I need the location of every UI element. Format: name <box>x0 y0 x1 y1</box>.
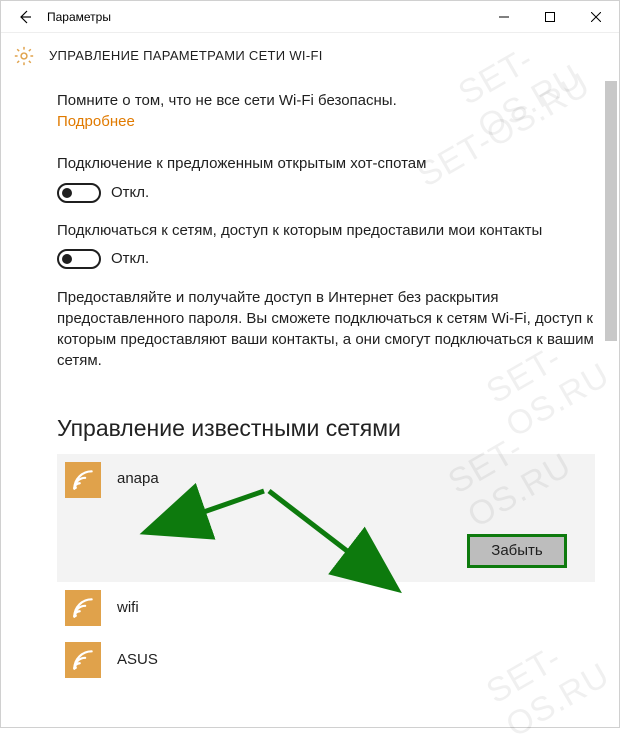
toggle-state: Откл. <box>111 250 149 267</box>
sharing-description: Предоставляйте и получайте доступ в Инте… <box>57 287 595 371</box>
window-controls <box>481 1 619 33</box>
minimize-button[interactable] <box>481 1 527 33</box>
wifi-icon <box>65 590 101 626</box>
known-networks-title: Управление известными сетями <box>57 415 595 442</box>
back-button[interactable] <box>7 1 43 33</box>
setting-label: Подключаться к сетям, доступ к которым п… <box>57 221 595 241</box>
page-title: УПРАВЛЕНИЕ ПАРАМЕТРАМИ СЕТИ WI-FI <box>35 48 323 63</box>
toggle-state: Откл. <box>111 184 149 201</box>
minimize-icon <box>499 12 509 22</box>
close-icon <box>591 12 601 22</box>
window-title: Параметры <box>43 10 111 24</box>
toggle-contact-networks[interactable] <box>57 249 101 269</box>
network-name: anapa <box>101 462 159 487</box>
forget-button[interactable]: Забыть <box>467 534 567 568</box>
scrollbar-thumb[interactable] <box>605 81 617 341</box>
network-item-wifi[interactable]: wifi <box>57 582 595 634</box>
gear-icon <box>13 45 35 67</box>
setting-contact-networks: Подключаться к сетям, доступ к которым п… <box>57 221 595 269</box>
maximize-icon <box>545 12 555 22</box>
arrow-left-icon <box>17 9 33 25</box>
titlebar: Параметры <box>1 1 619 33</box>
network-item-asus[interactable]: ASUS <box>57 634 595 686</box>
network-name: wifi <box>101 599 139 616</box>
wifi-icon <box>65 642 101 678</box>
content-area: Помните о том, что не все сети Wi-Fi без… <box>1 79 619 727</box>
setting-label: Подключение к предложенным открытым хот-… <box>57 154 595 174</box>
maximize-button[interactable] <box>527 1 573 33</box>
page-header: УПРАВЛЕНИЕ ПАРАМЕТРАМИ СЕТИ WI-FI <box>1 33 619 79</box>
toggle-open-hotspots[interactable] <box>57 183 101 203</box>
safety-note: Помните о том, что не все сети Wi-Fi без… <box>57 91 595 111</box>
wifi-icon <box>65 462 101 498</box>
vertical-scrollbar[interactable] <box>605 79 617 719</box>
network-item-anapa[interactable]: anapa Забыть <box>57 454 595 582</box>
learn-more-link[interactable]: Подробнее <box>57 113 135 130</box>
network-name: ASUS <box>101 651 158 668</box>
setting-open-hotspots: Подключение к предложенным открытым хот-… <box>57 154 595 202</box>
close-button[interactable] <box>573 1 619 33</box>
